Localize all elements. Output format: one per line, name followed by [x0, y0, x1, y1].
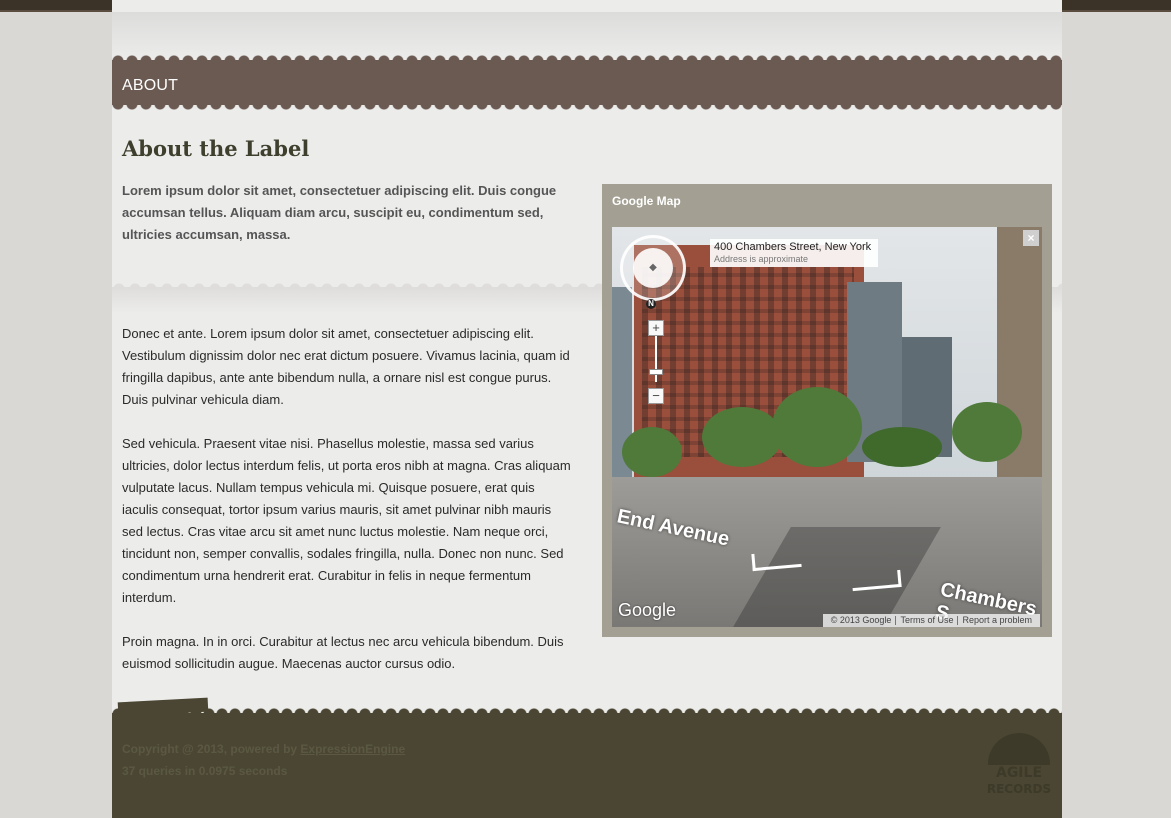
zoom-in-button[interactable]: + — [648, 320, 664, 336]
tree-3 — [772, 387, 862, 467]
logo-line-2: RECORDS — [986, 782, 1052, 796]
page-title: About the Label — [122, 136, 310, 161]
body-paragraph-3: Proin magna. In in orci. Curabitur at le… — [122, 634, 564, 671]
address-note: Address is approximate — [714, 254, 809, 264]
google-map-widget: Google Map End Avenue Chambers S ◆ N — [602, 184, 1052, 637]
intro-text: Lorem ipsum dolor sit amet, consectetuer… — [122, 183, 557, 242]
expressionengine-link[interactable]: ExpressionEngine — [300, 742, 405, 756]
logo-line-1: AGILE — [995, 765, 1043, 781]
footer-copyright-text: Copyright @ 2013, powered by — [122, 742, 298, 756]
report-problem-link[interactable]: Report a problem — [958, 615, 1036, 625]
compass-north-icon: N — [646, 299, 656, 309]
zoom-slider-handle[interactable] — [649, 369, 663, 375]
site-footer: Copyright @ 2013, powered by ExpressionE… — [112, 697, 1062, 818]
agile-records-logo[interactable]: AGILE RECORDS — [986, 733, 1052, 803]
close-icon[interactable]: × — [1023, 230, 1039, 246]
page-container: ABOUT About the Label Lorem ipsum dolor … — [112, 0, 1062, 818]
section-nav-band: ABOUT — [112, 53, 1062, 105]
pan-arrows-icon[interactable]: ◆ — [633, 248, 673, 288]
footer-query-stats: 37 queries in 0.0975 seconds — [122, 764, 288, 778]
tree-4 — [952, 402, 1022, 462]
zoom-out-button[interactable]: − — [648, 388, 664, 404]
body-paragraph-2: Sed vehicula. Praesent vitae nisi. Phase… — [122, 436, 571, 605]
map-attribution-bar: © 2013 Google Terms of Use Report a proble… — [822, 614, 1040, 627]
map-copyright: © 2013 Google — [830, 615, 892, 625]
footer-stamp-decoration — [117, 697, 209, 717]
address-info-box: 400 Chambers Street, New York Address is… — [710, 239, 878, 267]
tree-1 — [622, 427, 682, 477]
logo-dome-icon — [988, 733, 1050, 765]
body-paragraph-1: Donec et ante. Lorem ipsum dolor sit ame… — [122, 326, 570, 407]
tree-2 — [702, 407, 782, 467]
tree-5 — [862, 427, 942, 467]
nav-title[interactable]: ABOUT — [122, 77, 178, 95]
street-view-panorama[interactable]: End Avenue Chambers S ◆ N + − 400 Chambe… — [612, 227, 1042, 627]
pan-control[interactable]: ◆ — [620, 235, 686, 301]
logo-text: AGILE RECORDS — [986, 765, 1052, 797]
map-title: Google Map — [612, 194, 681, 208]
address-text: 400 Chambers Street, New York — [714, 241, 872, 253]
footer-copyright: Copyright @ 2013, powered by ExpressionE… — [122, 742, 405, 756]
google-logo[interactable]: Google — [618, 600, 676, 621]
terms-of-use-link[interactable]: Terms of Use — [896, 615, 957, 625]
